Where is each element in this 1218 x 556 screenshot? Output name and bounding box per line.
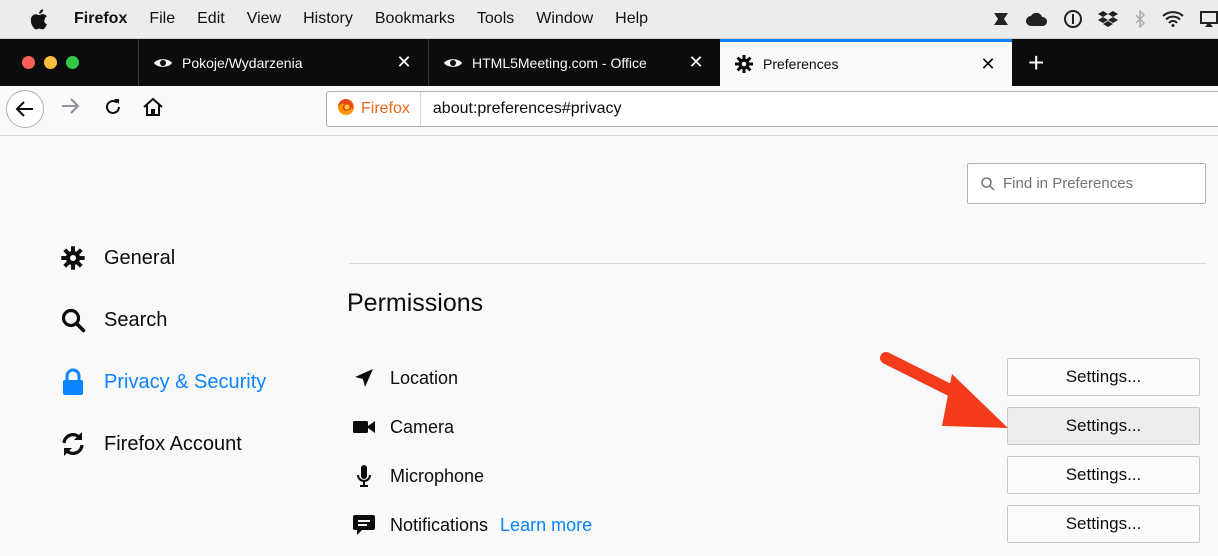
menu-bookmarks[interactable]: Bookmarks [375,10,455,28]
category-label: Search [104,308,168,331]
notification-icon [352,513,376,537]
search-icon [981,176,995,191]
wifi-icon[interactable] [1162,11,1184,27]
firefox-logo-icon [337,98,355,121]
reload-button[interactable] [103,97,123,117]
menu-edit[interactable]: Edit [197,10,225,28]
password-manager-icon[interactable] [1064,10,1082,28]
tab-pokoje[interactable]: Pokoje/Wydarzenia ✕ [138,39,428,86]
category-search[interactable]: Search [59,306,167,334]
menu-tools[interactable]: Tools [477,10,514,28]
nav-bar: Firefox about:preferences#privacy [0,86,1218,136]
mac-menubar: Firefox File Edit View History Bookmarks… [0,0,1218,39]
sync-icon [59,430,87,458]
location-settings-button[interactable]: Settings... [1007,358,1200,396]
close-icon[interactable]: ✕ [686,52,706,73]
back-arrow-icon [15,101,33,117]
airplay-icon[interactable] [1200,10,1218,28]
tab-bar: Pokoje/Wydarzenia ✕ HTML5Meeting.com - O… [0,39,1218,86]
tab-html5meeting[interactable]: HTML5Meeting.com - Office ✕ [428,39,720,86]
eye-icon [443,53,463,73]
minimize-window-button[interactable] [44,56,57,69]
apple-icon[interactable] [30,8,52,30]
back-button[interactable] [6,90,44,128]
dropbox-icon[interactable] [1098,10,1118,28]
new-tab-button[interactable]: + [1012,39,1044,86]
annotation-arrow-icon [880,352,1008,428]
forward-arrow-icon [62,98,80,114]
menu-help[interactable]: Help [615,10,648,28]
search-icon [59,306,87,334]
category-general[interactable]: General [59,244,175,272]
permission-label: Location [390,367,459,388]
home-button[interactable] [142,97,164,117]
menu-history[interactable]: History [303,10,353,28]
permissions-heading: Permissions [347,289,484,317]
microphone-icon [352,464,376,488]
menu-window[interactable]: Window [536,10,593,28]
menu-view[interactable]: View [247,10,281,28]
tab-title: Preferences [763,56,839,72]
category-label: Firefox Account [104,432,242,455]
permission-camera: Camera [352,415,454,439]
tab-preferences[interactable]: Preferences ✕ [720,39,1012,86]
tray-app-icon[interactable] [992,10,1010,28]
tab-title: Pokoje/Wydarzenia [182,54,303,71]
url-text[interactable]: about:preferences#privacy [433,100,622,118]
bluetooth-icon[interactable] [1134,10,1146,28]
cloud-icon[interactable] [1026,11,1048,27]
gear-icon [734,54,754,74]
menu-file[interactable]: File [149,10,175,28]
eye-icon [153,53,173,73]
find-placeholder: Find in Preferences [1003,175,1134,192]
location-arrow-icon [352,366,376,390]
permission-notifications: Notifications Learn more [352,513,592,537]
identity-box[interactable]: Firefox [327,92,421,126]
url-bar[interactable]: Firefox about:preferences#privacy [326,91,1218,127]
window-controls [0,39,116,86]
permission-label: Camera [390,416,455,437]
find-in-preferences-input[interactable]: Find in Preferences [967,163,1206,204]
forward-button[interactable] [60,97,80,115]
category-privacy-security[interactable]: Privacy & Security [59,368,266,396]
microphone-settings-button[interactable]: Settings... [1007,456,1200,494]
category-label: General [104,246,176,269]
home-icon [143,97,163,116]
permission-label: Notifications [390,514,489,535]
permission-location: Location [352,366,458,390]
category-firefox-account[interactable]: Firefox Account [59,430,242,458]
tab-title: HTML5Meeting.com - Office [472,54,647,71]
notifications-settings-button[interactable]: Settings... [1007,505,1200,543]
menu-firefox[interactable]: Firefox [74,10,127,28]
camera-icon [352,415,376,439]
permission-label: Microphone [390,465,485,486]
close-icon[interactable]: ✕ [394,52,414,73]
gear-icon [59,244,87,272]
lock-icon [59,368,87,396]
zoom-window-button[interactable] [66,56,79,69]
category-label: Privacy & Security [104,370,267,393]
section-divider [349,263,1206,264]
identity-label: Firefox [361,100,410,117]
permission-microphone: Microphone [352,464,484,488]
camera-settings-button[interactable]: Settings... [1007,407,1200,445]
status-tray [976,0,1218,38]
close-icon[interactable]: ✕ [978,54,998,75]
learn-more-link[interactable]: Learn more [500,515,592,536]
reload-icon [106,99,120,114]
close-window-button[interactable] [22,56,35,69]
